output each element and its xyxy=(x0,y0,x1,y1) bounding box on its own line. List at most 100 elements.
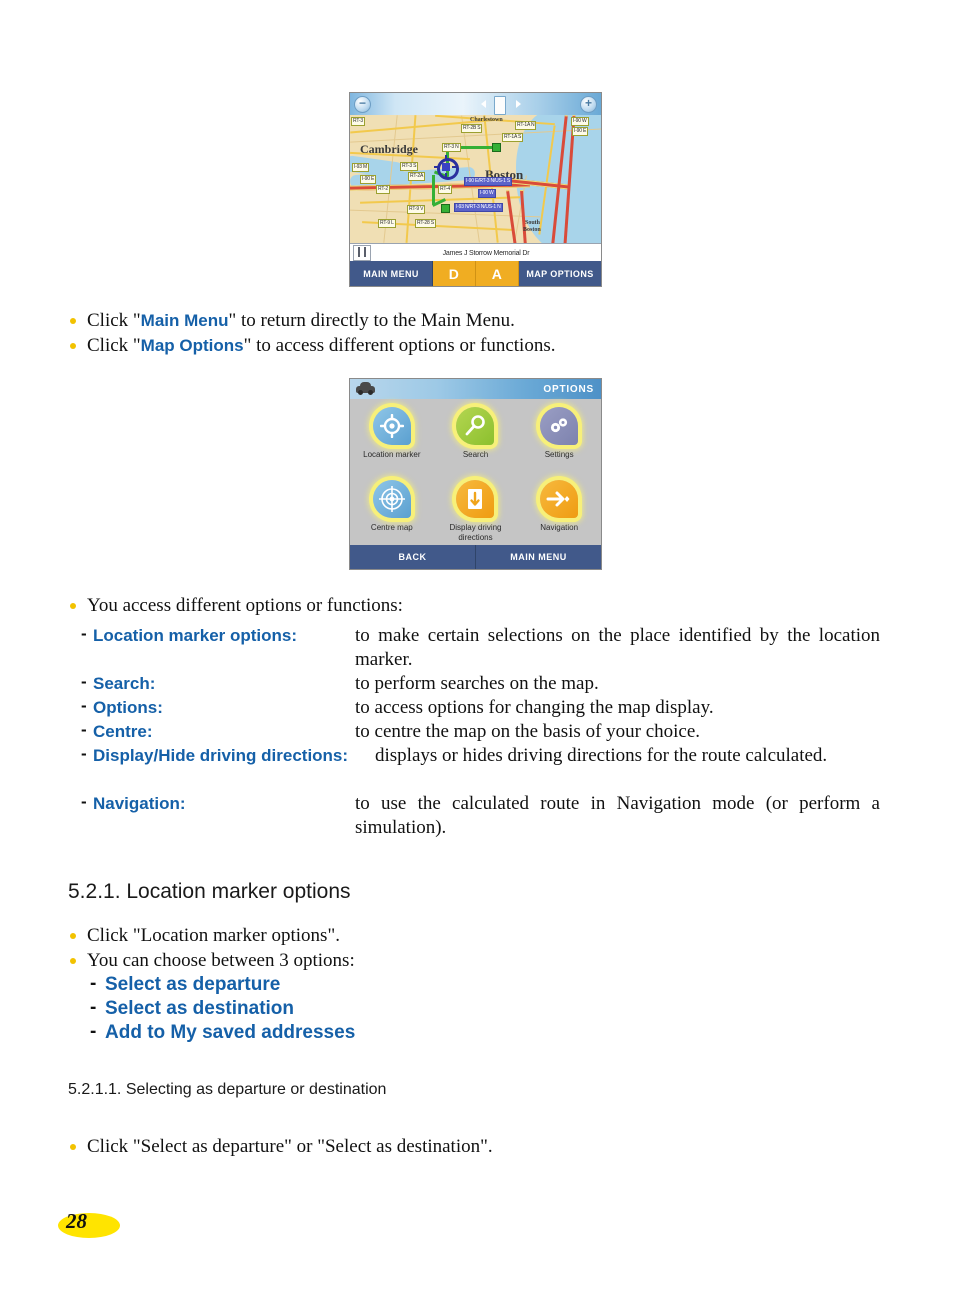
definition-list: Location marker options: to make certain … xyxy=(60,624,920,840)
document-arrow-icon[interactable] xyxy=(456,480,495,518)
map-route-label: I-93 N/RT-3 N/US-1 N xyxy=(454,203,503,212)
choice-item: Select as destination xyxy=(60,997,760,1021)
definition-row: Centre: to centre the map on the basis of… xyxy=(60,720,920,744)
option-label: Centre map xyxy=(370,523,413,532)
zoom-slider[interactable] xyxy=(481,96,521,115)
option-label: Location marker xyxy=(363,450,421,459)
zoom-slider-thumb[interactable] xyxy=(494,96,506,115)
map-road-label: RT-9 V xyxy=(407,205,426,214)
map-button-a[interactable]: A xyxy=(476,261,519,286)
map-road-label: RT-9 L xyxy=(378,219,396,228)
definition-row: Location marker options: to make certain … xyxy=(60,624,920,672)
map-road-label: RT-1A N xyxy=(515,121,537,130)
map-city-label: Cambridge xyxy=(360,142,418,156)
map-road-label: RT-3 xyxy=(351,117,365,126)
magnifier-icon[interactable] xyxy=(456,407,495,445)
term-map-options: Map Options xyxy=(140,336,244,355)
map-road-label: I-90 E xyxy=(360,175,377,184)
zoom-slider-right-arrow-icon[interactable] xyxy=(516,100,521,108)
map-button-d[interactable]: D xyxy=(433,261,476,286)
definition-row: Options: to access options for changing t… xyxy=(60,696,920,720)
map-canvas[interactable]: Cambridge Boston Charlestown South Boston RT… xyxy=(350,115,601,243)
bullet-map-options: Click "Map Options" to access different … xyxy=(60,333,900,358)
location-marker-choice-list: Select as departure Select as destination… xyxy=(60,973,760,1045)
definition-description: to centre the map on the basis of your c… xyxy=(355,721,701,742)
map-button-map-options[interactable]: MAP OPTIONS xyxy=(519,261,601,286)
definition-row: Display/Hide driving directions: displays… xyxy=(60,744,920,792)
options-button-main-menu[interactable]: MAIN MENU xyxy=(476,545,601,569)
map-road-label: RT-4 xyxy=(438,185,452,194)
options-header-bar: OPTIONS xyxy=(350,379,601,399)
definition-description: to perform searches on the map. xyxy=(355,673,599,694)
definition-description: displays or hides driving directions for… xyxy=(375,745,828,766)
map-road-label: RT-1A S xyxy=(502,133,524,142)
option-settings[interactable]: Settings xyxy=(517,399,601,460)
map-road-label: RT-2 xyxy=(376,185,390,194)
choice-item: Add to My saved addresses xyxy=(60,1021,760,1045)
choice-item: Select as departure xyxy=(60,973,760,997)
heading-location-marker-options: 5.2.1. Location marker options xyxy=(68,880,520,904)
car-icon xyxy=(356,382,375,395)
bullet-access-options: You access different options or function… xyxy=(60,593,920,618)
option-label: Display driving directions xyxy=(449,523,502,542)
current-street-name: James J Storrow Memorial Dr xyxy=(442,249,530,257)
map-road-label: RT-3 N xyxy=(442,143,461,152)
options-button-bar: BACK MAIN MENU xyxy=(350,545,601,569)
definition-description: to access options for changing the map d… xyxy=(355,697,714,718)
map-route-label: I-90 E/RT-3 N/US-1 S xyxy=(464,177,512,186)
bullet-main-menu-post: " to return directly to the Main Menu. xyxy=(228,310,515,331)
zoom-out-icon[interactable]: − xyxy=(354,96,371,113)
options-header-title: OPTIONS xyxy=(543,383,594,395)
arrow-right-icon[interactable] xyxy=(540,480,579,518)
crosshair-icon[interactable] xyxy=(372,480,411,518)
option-navigation[interactable]: Navigation xyxy=(517,472,601,533)
section-5-2-1-body: Click "Location marker options". You can… xyxy=(60,923,760,1045)
gears-icon[interactable] xyxy=(540,407,579,445)
road-sign-icon xyxy=(353,245,371,261)
definition-term: Search: xyxy=(93,674,156,693)
bullet-main-menu-pre: Click " xyxy=(87,310,141,331)
option-centre-map[interactable]: Centre map xyxy=(350,472,434,533)
bullet-map-options-post: " to access different options or functio… xyxy=(243,335,556,356)
definition-description: to make certain selections on the place … xyxy=(355,625,880,670)
choice-item-label: Add to My saved addresses xyxy=(105,1022,356,1043)
definition-term: Centre: xyxy=(93,722,153,741)
route-waypoint-flag-icon xyxy=(441,204,450,213)
bullet-choose-three-options: You can choose between 3 options: xyxy=(60,948,760,973)
option-search[interactable]: Search xyxy=(434,399,518,460)
map-road-label: RT-2A xyxy=(408,172,426,181)
map-road-label: I-90 W xyxy=(571,117,589,126)
intro-bullets: Click "Main Menu" to return directly to … xyxy=(60,308,900,358)
map-route-label: I-90 W xyxy=(478,189,496,198)
options-icon-grid: Location marker Search Settings Centre map D… xyxy=(350,399,601,545)
map-zoom-bar: − + xyxy=(350,93,601,116)
options-button-back[interactable]: BACK xyxy=(350,545,476,569)
option-label: Search xyxy=(462,450,489,459)
options-description-list: You access different options or function… xyxy=(60,593,920,840)
choice-item-label: Select as destination xyxy=(105,998,295,1019)
map-road-label: RT-3 S xyxy=(400,162,419,171)
option-location-marker[interactable]: Location marker xyxy=(350,399,434,460)
zoom-slider-left-arrow-icon[interactable] xyxy=(481,100,486,108)
map-button-bar: MAIN MENU D A MAP OPTIONS xyxy=(350,261,601,286)
term-main-menu: Main Menu xyxy=(140,311,229,330)
zoom-in-icon[interactable]: + xyxy=(580,96,597,113)
definition-term: Location marker options: xyxy=(93,626,298,645)
definition-term: Options: xyxy=(93,698,163,717)
heading-selecting-departure-destination: 5.2.1.1. Selecting as departure or desti… xyxy=(68,1081,520,1099)
section-5-2-1-1: 5.2.1.1. Selecting as departure or desti… xyxy=(68,1081,520,1099)
map-button-main-menu[interactable]: MAIN MENU xyxy=(350,261,433,286)
option-label: Settings xyxy=(544,450,574,459)
route-waypoint-flag-icon xyxy=(492,143,501,152)
option-display-driving-directions[interactable]: Display driving directions xyxy=(434,472,518,543)
definition-term: Display/Hide driving directions: xyxy=(93,746,349,765)
map-screen-figure: − + Cambridge Boston Charlestown South B… xyxy=(349,92,602,287)
page-number: 28 xyxy=(66,1209,87,1233)
heading-5211-text: 5.2.1.1. Selecting as departure or desti… xyxy=(68,1081,387,1098)
section-5-2-1: 5.2.1. Location marker options xyxy=(68,880,520,904)
location-marker-icon[interactable] xyxy=(372,407,411,445)
location-marker-icon[interactable] xyxy=(434,155,459,180)
options-screen-figure: OPTIONS Location marker Search Settings Cen… xyxy=(349,378,602,570)
bullet-map-options-pre: Click " xyxy=(87,335,141,356)
map-city-label: Boston xyxy=(523,227,541,233)
